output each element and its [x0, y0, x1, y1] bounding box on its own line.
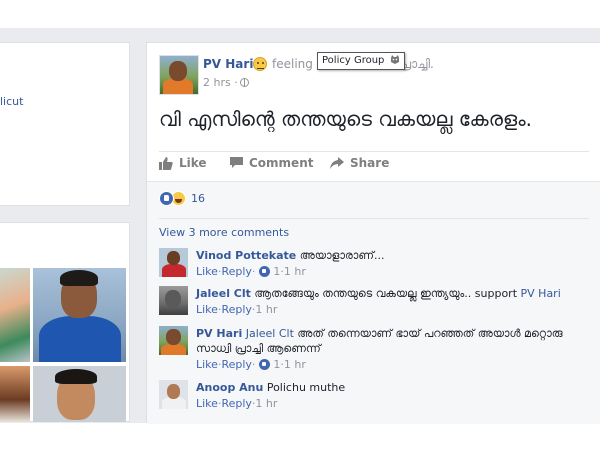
post-timestamp[interactable]: 2 hrs · — [203, 76, 238, 89]
tooltip-text: Policy Group — [322, 55, 385, 66]
commenter-name[interactable]: PV Hari — [196, 327, 242, 340]
photo-thumbnail[interactable] — [0, 268, 30, 362]
meta-separator: · — [251, 265, 256, 278]
post-author-name[interactable]: PV Hari — [203, 57, 253, 71]
commenter-name[interactable]: Anoop Anu — [196, 381, 263, 394]
comment-like-link[interactable]: Like — [196, 358, 218, 371]
comments-section: 16 View 3 more comments Vinod Pottekate … — [147, 181, 600, 424]
commenter-name[interactable]: Vinod Pottekate — [196, 249, 296, 262]
comment-text: അയാളാരാണ്... — [296, 249, 385, 262]
comment-like-link[interactable]: Like — [196, 265, 218, 278]
photo-thumbnail[interactable] — [33, 366, 126, 422]
feeling-text: feeling c — [272, 57, 324, 71]
like-reaction-icon — [259, 266, 271, 277]
comment-meta: Like · Reply · 1 · 1 hr — [196, 358, 306, 371]
tooltip: Policy Group — [317, 52, 405, 70]
comment-reply-link[interactable]: Reply — [221, 265, 251, 278]
smiley-icon — [253, 57, 267, 71]
divider — [159, 218, 589, 219]
commenter-avatar[interactable] — [159, 248, 188, 277]
author-avatar[interactable] — [159, 55, 199, 95]
commenter-avatar[interactable] — [159, 286, 188, 315]
like-button-label: Like — [179, 156, 207, 170]
left-card-text[interactable]: licut — [0, 95, 23, 108]
tagged-user-link[interactable]: PV Hari — [521, 287, 561, 300]
share-arrow-icon — [330, 157, 344, 169]
comment-meta: Like · Reply · 1 hr — [196, 303, 277, 316]
comment-timestamp[interactable]: 1 hr — [284, 358, 306, 371]
meta-separator: · — [251, 358, 256, 371]
photo-thumbnail[interactable] — [0, 366, 30, 422]
commenter-avatar[interactable] — [159, 380, 188, 409]
divider — [159, 151, 589, 152]
share-button-label: Share — [350, 156, 390, 170]
comment-body: Jaleel Clt ആതങ്ങേയും തന്തയുടെ വകയല്ല ഇന്… — [196, 286, 586, 301]
comment-like-count[interactable]: 1 — [273, 265, 280, 278]
comment-body: PV Hari Jaleel Clt അത് തന്നെയാണ് ഭായ് പറ… — [196, 326, 586, 356]
like-reaction-icon — [159, 191, 174, 206]
comment-timestamp[interactable]: 1 hr — [255, 397, 277, 410]
comment-timestamp[interactable]: 1 hr — [255, 303, 277, 316]
comment-reply-link[interactable]: Reply — [221, 358, 251, 371]
comment-text: Polichu muthe — [263, 381, 346, 394]
tagged-user-link[interactable]: Jaleel Clt — [246, 327, 294, 340]
left-sidebar-card: licut — [0, 42, 130, 206]
comment-body: Vinod Pottekate അയാളാരാണ്... — [196, 248, 586, 263]
reactions-summary[interactable]: 16 — [159, 191, 205, 206]
comment-button-label: Comment — [249, 156, 314, 170]
commenter-name[interactable]: Jaleel Clt — [196, 287, 251, 300]
comment-timestamp[interactable]: 1 hr — [284, 265, 306, 278]
comment-like-link[interactable]: Like — [196, 303, 218, 316]
comment-reply-link[interactable]: Reply — [221, 397, 251, 410]
speech-bubble-icon — [230, 157, 243, 168]
like-reaction-icon — [259, 359, 271, 370]
view-more-comments-link[interactable]: View 3 more comments — [159, 226, 289, 239]
reaction-count[interactable]: 16 — [191, 192, 205, 205]
thumbs-up-icon — [159, 156, 173, 170]
post-card: PV Hari feeling c പ്രാച്ചി. Policy Group… — [146, 42, 600, 424]
comment-reply-link[interactable]: Reply — [221, 303, 251, 316]
commenter-avatar[interactable] — [159, 326, 188, 355]
post-body-text: വി എസിന്റെ തന്തയുടെ വകയല്ല കേരളം. — [159, 107, 532, 131]
comment-like-count[interactable]: 1 — [273, 358, 280, 371]
comment-button[interactable]: Comment — [230, 156, 313, 170]
like-button[interactable]: Like — [159, 156, 207, 170]
cat-icon — [390, 55, 399, 64]
share-button[interactable]: Share — [330, 156, 389, 170]
globe-icon[interactable] — [240, 78, 249, 87]
comment-meta: Like · Reply · 1 · 1 hr — [196, 265, 306, 278]
photo-thumbnail[interactable] — [33, 268, 126, 362]
comment-like-link[interactable]: Like — [196, 397, 218, 410]
comment-body: Anoop Anu Polichu muthe — [196, 380, 586, 395]
comment-text: ആതങ്ങേയും തന്തയുടെ വകയല്ല ഇന്ത്യയും.. su… — [250, 287, 521, 300]
comment-meta: Like · Reply · 1 hr — [196, 397, 277, 410]
